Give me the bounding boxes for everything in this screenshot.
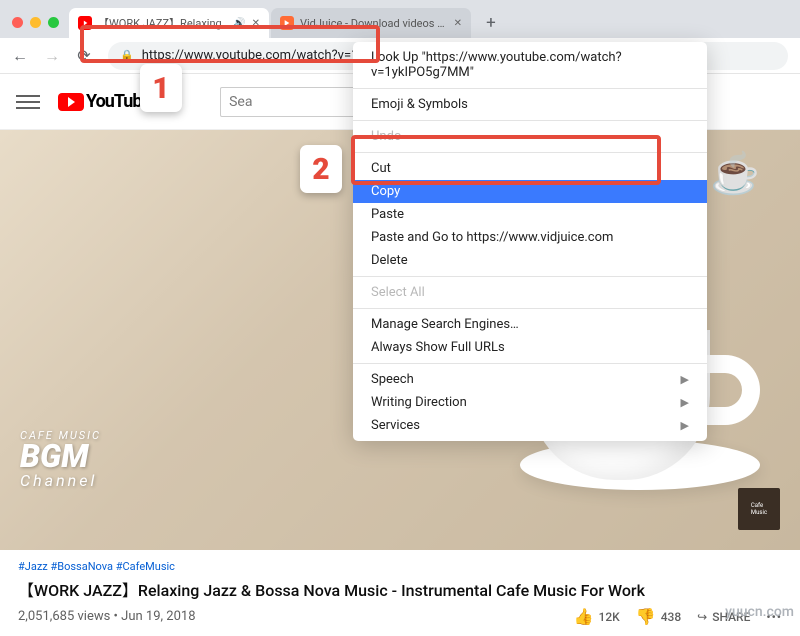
- window-controls: [8, 17, 69, 38]
- ctx-speech[interactable]: Speech▶: [353, 368, 707, 391]
- maximize-icon[interactable]: [48, 17, 59, 28]
- menu-icon[interactable]: [16, 90, 40, 114]
- youtube-icon: [78, 16, 92, 30]
- vidjuice-icon: [280, 16, 294, 30]
- video-title: 【WORK JAZZ】Relaxing Jazz & Bossa Nova Mu…: [18, 577, 782, 601]
- thumbs-down-icon: 👎: [636, 607, 656, 626]
- lock-icon: 🔒: [120, 49, 134, 62]
- ctx-emoji[interactable]: Emoji & Symbols: [353, 93, 707, 116]
- forward-button[interactable]: →: [38, 42, 66, 70]
- share-icon: ↪: [697, 610, 707, 624]
- ctx-undo: Undo: [353, 125, 707, 148]
- channel-watermark: CAFE MUSIC BGM Channel: [20, 429, 101, 490]
- chevron-right-icon: ▶: [681, 396, 689, 409]
- new-tab-button[interactable]: +: [477, 9, 505, 37]
- cafe-music-badge: CafeMusic: [738, 488, 780, 530]
- browser-tab-1[interactable]: 【WORK JAZZ】Relaxing 🔊 ✕: [69, 8, 269, 38]
- close-tab-icon[interactable]: ✕: [454, 18, 462, 29]
- coffee-icon: ☕: [710, 150, 760, 197]
- back-button[interactable]: ←: [6, 42, 34, 70]
- ctx-full-urls[interactable]: Always Show Full URLs: [353, 336, 707, 359]
- tab-title: VidJuice - Download videos an: [300, 17, 448, 30]
- ctx-selectall: Select All: [353, 281, 707, 304]
- minimize-icon[interactable]: [30, 17, 41, 28]
- tab-title: 【WORK JAZZ】Relaxing: [98, 15, 227, 31]
- url-text: https://www.youtube.com/watch?v=1ykIP: [142, 48, 383, 63]
- ctx-paste[interactable]: Paste: [353, 203, 707, 226]
- ctx-services[interactable]: Services▶: [353, 414, 707, 437]
- callout-2: 2: [300, 145, 342, 193]
- context-menu: Look Up "https://www.youtube.com/watch?v…: [353, 42, 707, 441]
- ctx-copy[interactable]: Copy: [353, 180, 707, 203]
- dislike-button[interactable]: 👎438: [636, 607, 681, 626]
- ctx-cut[interactable]: Cut: [353, 157, 707, 180]
- video-info: #Jazz #BossaNova #CafeMusic 【WORK JAZZ】R…: [0, 550, 800, 636]
- hashtags[interactable]: #Jazz #BossaNova #CafeMusic: [18, 560, 782, 573]
- callout-1: 1: [140, 64, 182, 112]
- tab-strip: 【WORK JAZZ】Relaxing 🔊 ✕ VidJuice - Downl…: [0, 0, 800, 38]
- ctx-paste-go[interactable]: Paste and Go to https://www.vidjuice.com: [353, 226, 707, 249]
- ctx-lookup[interactable]: Look Up "https://www.youtube.com/watch?v…: [353, 46, 707, 84]
- ctx-manage-search[interactable]: Manage Search Engines…: [353, 313, 707, 336]
- like-button[interactable]: 👍12K: [574, 607, 620, 626]
- thumbs-up-icon: 👍: [574, 607, 594, 626]
- ctx-delete[interactable]: Delete: [353, 249, 707, 272]
- speaker-icon[interactable]: 🔊: [233, 18, 245, 29]
- watermark: yuucn.com: [725, 604, 794, 620]
- close-tab-icon[interactable]: ✕: [252, 18, 260, 29]
- ctx-writing[interactable]: Writing Direction▶: [353, 391, 707, 414]
- view-count: 2,051,685 views • Jun 19, 2018: [18, 609, 196, 624]
- reload-button[interactable]: ⟳: [70, 42, 98, 70]
- chevron-right-icon: ▶: [681, 419, 689, 432]
- close-icon[interactable]: [12, 17, 23, 28]
- play-icon: [58, 93, 84, 111]
- chevron-right-icon: ▶: [681, 373, 689, 386]
- browser-tab-2[interactable]: VidJuice - Download videos an ✕: [271, 8, 471, 38]
